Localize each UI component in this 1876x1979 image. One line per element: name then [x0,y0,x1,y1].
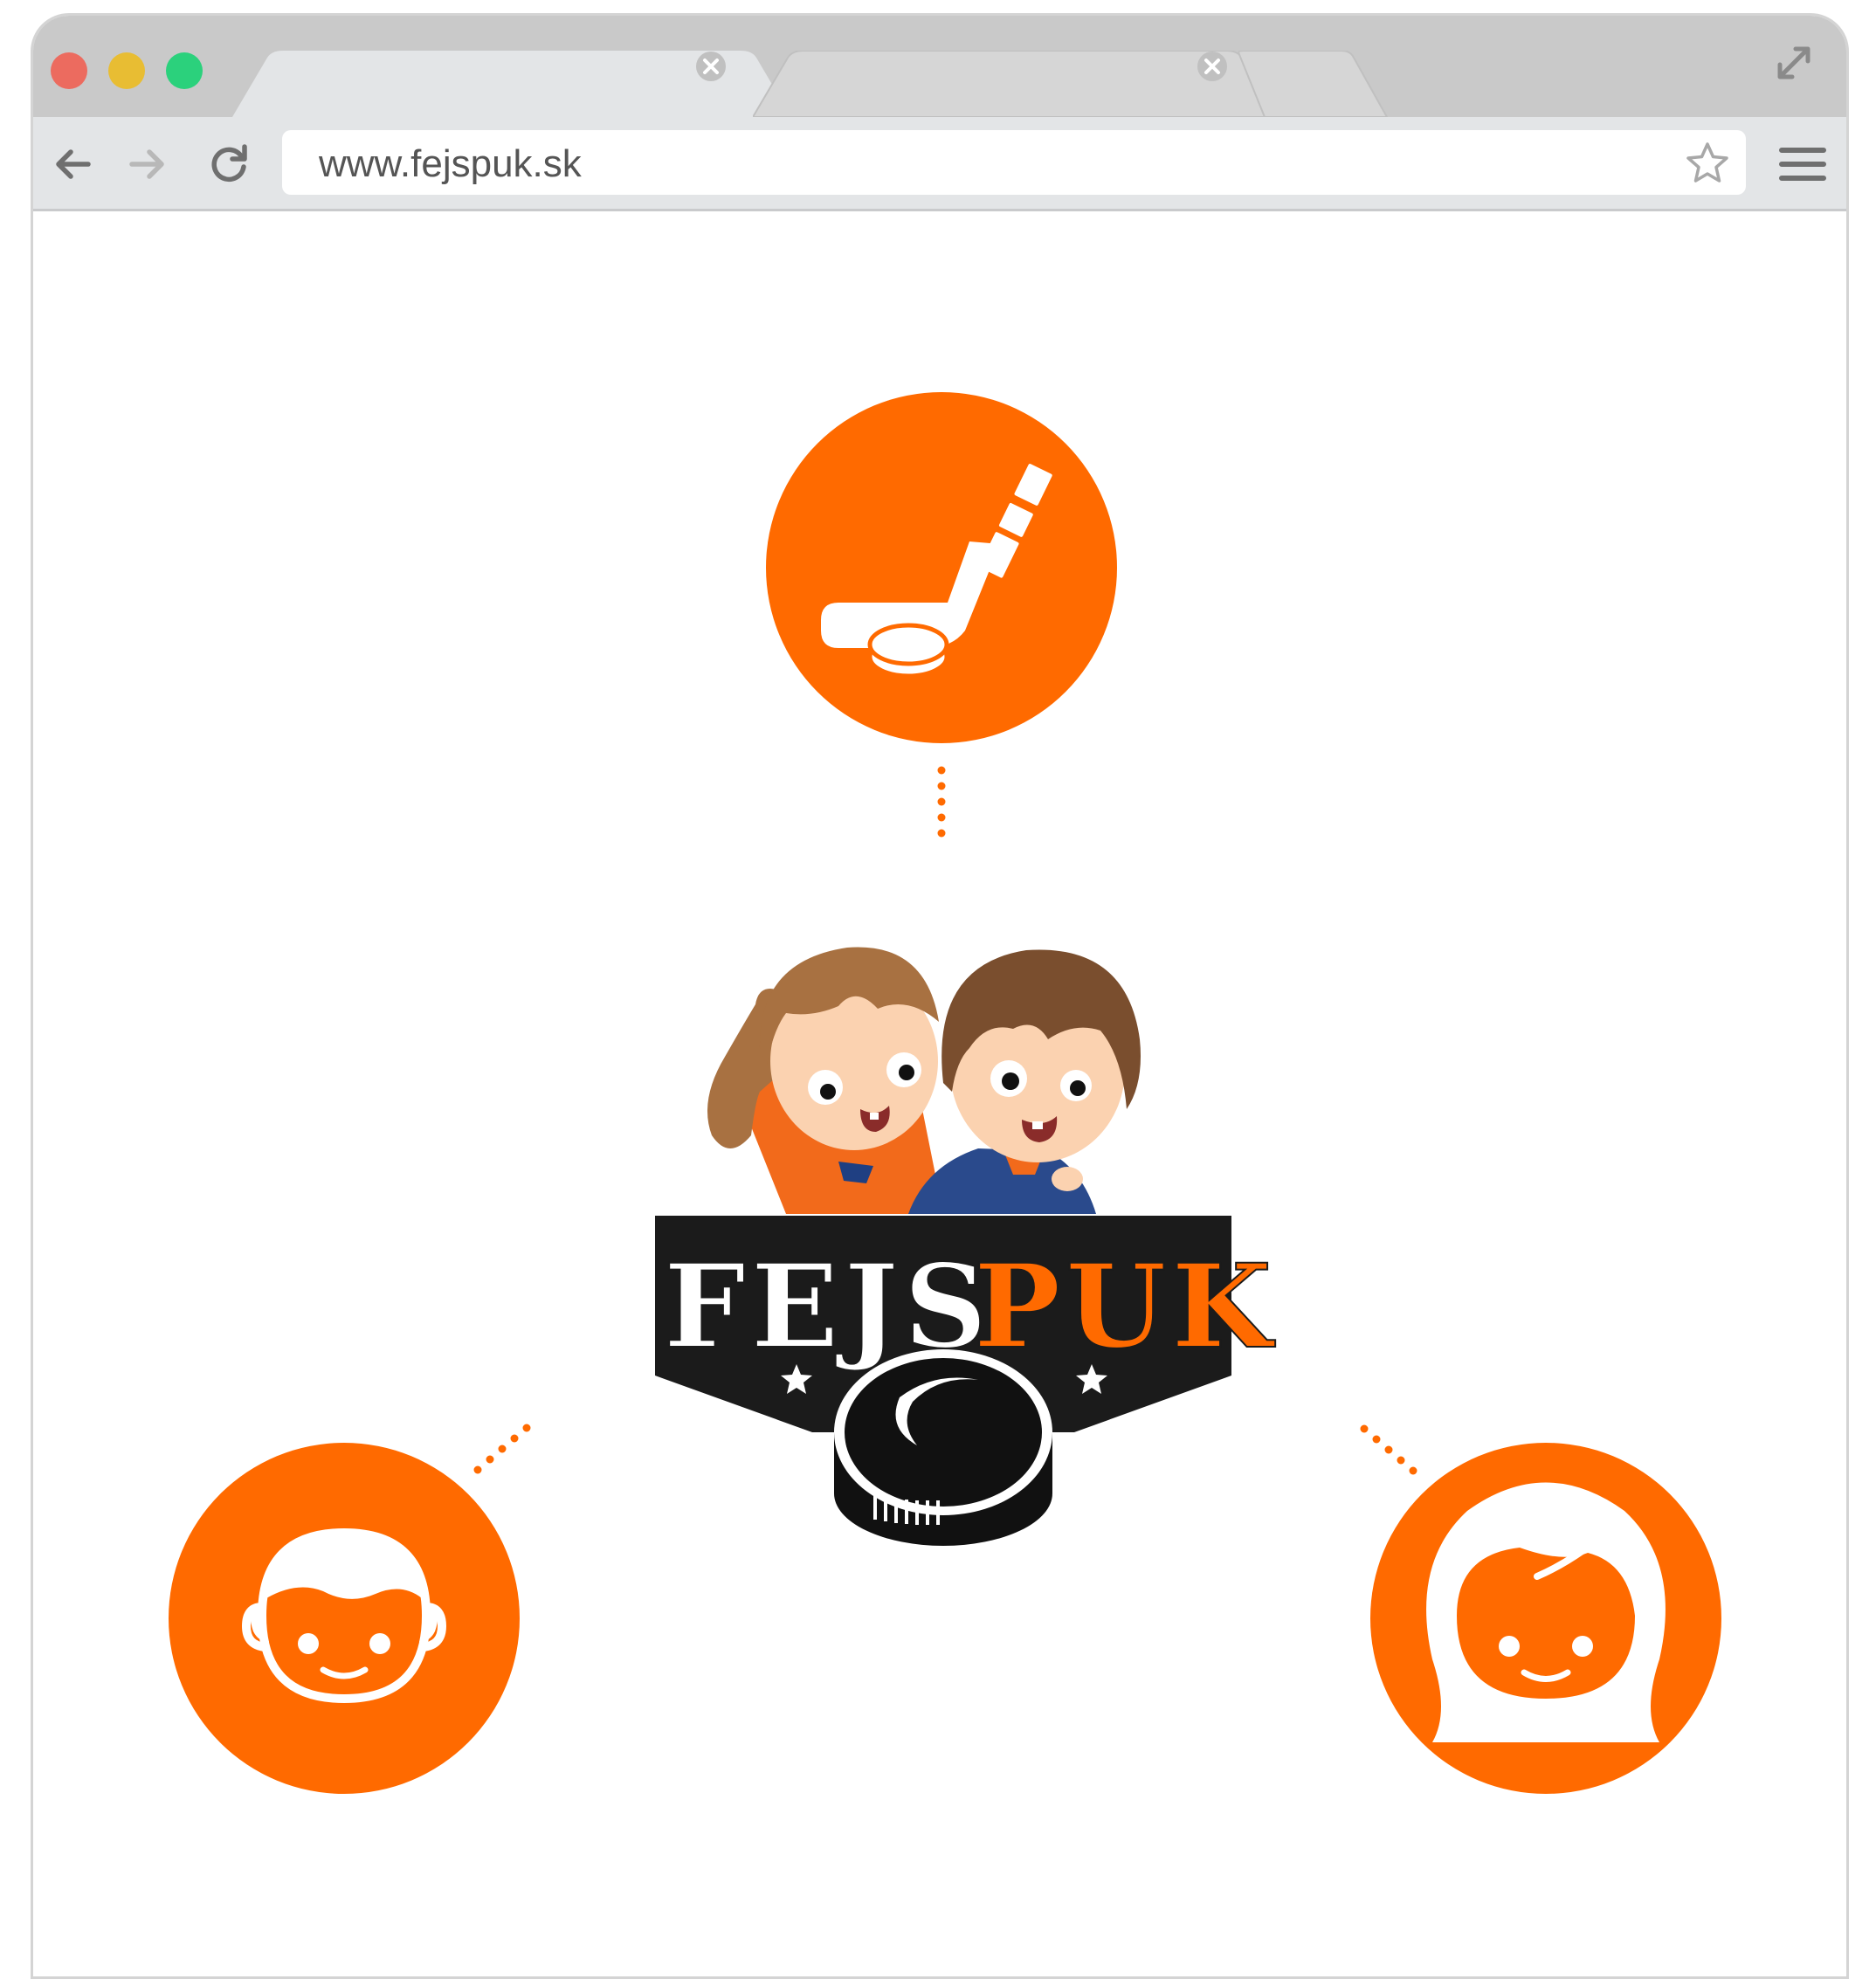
hamburger-menu-icon[interactable] [1778,140,1827,189]
new-tab-button[interactable] [1238,51,1413,117]
tab-close-icon[interactable] [1197,51,1228,82]
browser-toolbar: www.fejspuk.sk [33,117,1846,211]
tab-strip [33,16,1846,117]
tab-close-icon[interactable] [695,51,727,82]
minimize-window-button[interactable] [108,52,145,89]
fullscreen-icon[interactable] [1769,38,1818,87]
bookmark-star-icon[interactable] [1683,139,1732,188]
reload-icon[interactable] [204,140,253,189]
forward-arrow-icon[interactable] [123,140,172,189]
tab-inactive[interactable] [753,51,1294,117]
logo-word-part2: PUK [974,1239,1277,1375]
back-arrow-icon[interactable] [48,140,97,189]
close-window-button[interactable] [51,52,87,89]
address-url: www.fejspuk.sk [319,142,582,185]
tab-active[interactable] [232,51,809,117]
boy-face-icon[interactable] [169,1443,520,1794]
logo-puck [834,1349,1052,1546]
maximize-window-button[interactable] [166,52,203,89]
address-bar[interactable]: www.fejspuk.sk [282,130,1746,195]
girl-face-icon[interactable] [1370,1443,1721,1794]
hockey-stick-icon[interactable] [766,392,1117,743]
